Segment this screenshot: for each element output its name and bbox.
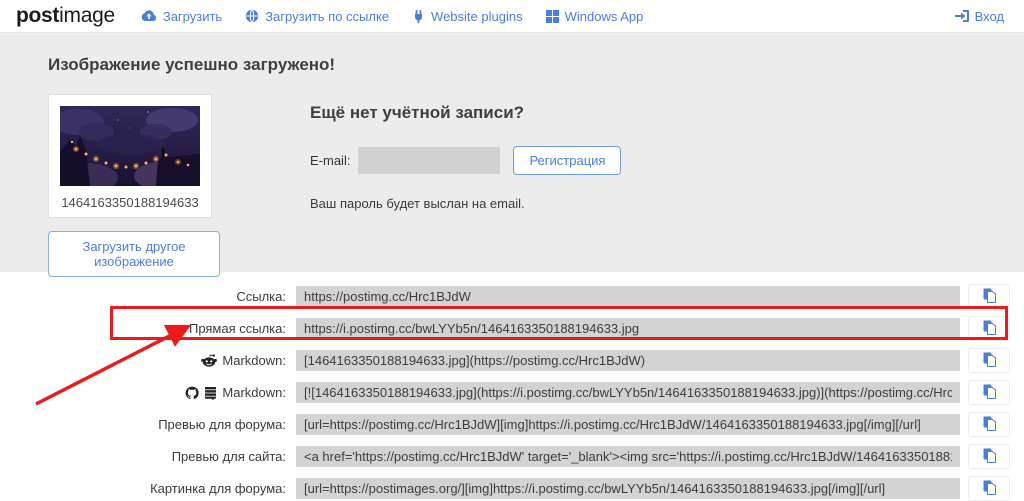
nav-link-label: Загрузить xyxy=(163,9,222,24)
logo-text-light: image xyxy=(59,4,115,27)
link-row-markdown-reddit: Markdown: xyxy=(0,348,1010,373)
copy-button[interactable] xyxy=(968,444,1010,469)
reddit-icon xyxy=(201,354,217,367)
copy-icon xyxy=(983,288,996,306)
nav-link-login[interactable]: Вход xyxy=(955,9,1004,24)
nav-link-website-plugins[interactable]: Website plugins xyxy=(412,9,523,24)
email-label: E-mail: xyxy=(310,153,350,168)
github-icon xyxy=(185,386,199,400)
nav-link-label: Вход xyxy=(975,9,1004,24)
row-label: Ссылка: xyxy=(0,289,296,304)
row-label: Картинка для форума: xyxy=(0,481,296,496)
success-title: Изображение успешно загружено! xyxy=(48,55,976,75)
link-value-field[interactable] xyxy=(296,382,960,403)
email-input[interactable] xyxy=(358,147,500,174)
plug-icon xyxy=(412,9,425,23)
copy-icon xyxy=(983,416,996,434)
cloud-upload-icon xyxy=(141,10,157,22)
link-value-field[interactable] xyxy=(296,318,960,339)
upload-result-section: Изображение успешно загружено! xyxy=(0,33,1024,272)
nav-link-windows-app[interactable]: Windows App xyxy=(546,9,644,24)
uploaded-image-thumbnail[interactable] xyxy=(60,106,200,186)
row-label: Markdown: xyxy=(0,385,296,400)
link-value-field[interactable] xyxy=(296,414,960,435)
copy-icon xyxy=(983,352,996,370)
link-row-direct-page: Ссылка: xyxy=(0,284,1010,309)
link-row-direct-link: Прямая ссылка: xyxy=(0,316,1010,341)
stackexchange-icon xyxy=(204,386,217,400)
copy-icon xyxy=(983,480,996,498)
link-row-forum-image: Картинка для форума: xyxy=(0,476,1010,501)
windows-icon xyxy=(546,10,559,23)
signup-note: Ваш пароль будет выслан на email. xyxy=(310,196,621,211)
register-button[interactable]: Регистрация xyxy=(513,146,621,175)
nav-link-label: Windows App xyxy=(565,9,644,24)
row-label: Markdown: xyxy=(0,353,296,368)
copy-button[interactable] xyxy=(968,284,1010,309)
copy-icon xyxy=(983,384,996,402)
copy-button[interactable] xyxy=(968,476,1010,501)
nav-link-label: Website plugins xyxy=(431,9,523,24)
copy-button[interactable] xyxy=(968,412,1010,437)
link-value-field[interactable] xyxy=(296,478,960,499)
copy-icon xyxy=(983,448,996,466)
sign-in-icon xyxy=(955,10,969,22)
navbar: postimage Загрузить Загрузить по ссылке … xyxy=(0,0,1024,33)
postimage-logo[interactable]: postimage xyxy=(16,4,115,28)
nav-link-upload-by-url[interactable]: Загрузить по ссылке xyxy=(245,9,389,24)
link-row-forum-preview: Превью для форума: xyxy=(0,412,1010,437)
link-row-website-preview: Превью для сайта: xyxy=(0,444,1010,469)
thumbnail-caption: 1464163350188194633 xyxy=(60,195,200,210)
link-value-field[interactable] xyxy=(296,350,960,371)
globe-icon xyxy=(245,9,259,23)
signup-title: Ещё нет учётной записи? xyxy=(310,103,621,123)
copy-button[interactable] xyxy=(968,316,1010,341)
logo-text-bold: post xyxy=(16,4,59,27)
nav-link-label: Загрузить по ссылке xyxy=(265,9,389,24)
nav-link-upload[interactable]: Загрузить xyxy=(141,9,222,24)
upload-another-button[interactable]: Загрузить другое изображение xyxy=(48,231,220,277)
share-links-section: Ссылка: Прямая ссылка: Markdown: Markdow… xyxy=(0,272,1024,501)
copy-button[interactable] xyxy=(968,380,1010,405)
row-label: Превью для форума: xyxy=(0,417,296,432)
copy-icon xyxy=(983,320,996,338)
row-label: Прямая ссылка: xyxy=(0,321,296,336)
link-value-field[interactable] xyxy=(296,286,960,307)
link-value-field[interactable] xyxy=(296,446,960,467)
row-label: Превью для сайта: xyxy=(0,449,296,464)
thumbnail-card: 1464163350188194633 xyxy=(48,94,212,218)
link-row-markdown-github: Markdown: xyxy=(0,380,1010,405)
copy-button[interactable] xyxy=(968,348,1010,373)
